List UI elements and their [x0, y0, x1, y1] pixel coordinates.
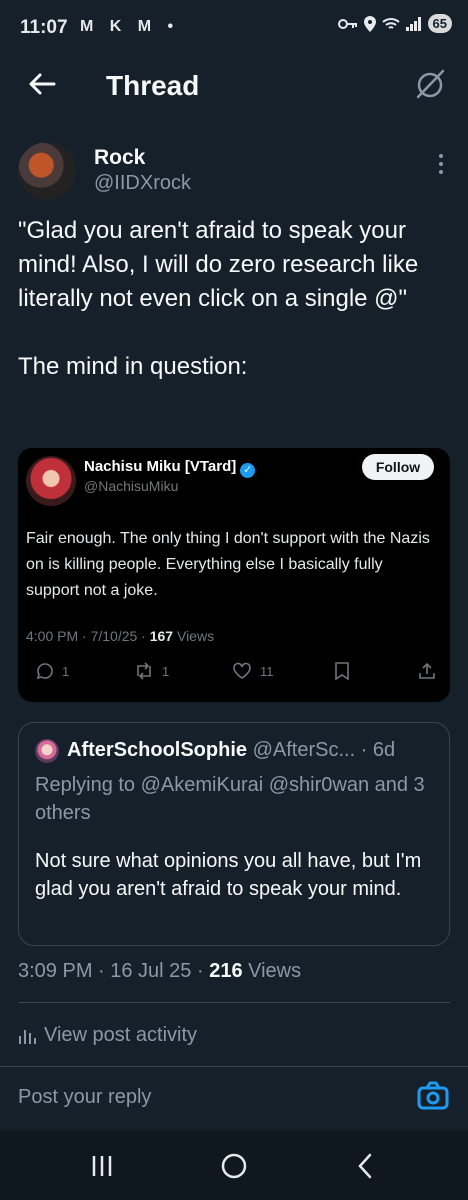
image-follow-button: Follow [362, 454, 434, 480]
back-arrow-icon[interactable] [24, 66, 60, 102]
thread-header: Thread [0, 60, 468, 116]
image-actions: 1 1 11 [26, 662, 440, 686]
repost-icon [137, 662, 151, 680]
post-meta: 3:09 PM · 16 Jul 25 · 216 Views [18, 960, 301, 983]
quoted-header: AfterSchoolSophie @AfterSc... · 6d [67, 739, 395, 762]
quoted-replying-to: Replying to @AkemiKurai @shir0wan and 3 … [35, 774, 425, 824]
status-bar: 11:07 M K M • 65 [0, 0, 468, 56]
image-author-name: Nachisu Miku [VTard] ✓ [84, 458, 256, 478]
post-views-count: 216 [209, 960, 243, 982]
key-icon [337, 18, 357, 29]
post-time: 3:09 PM · 16 Jul 25 · [18, 960, 210, 982]
quoted-text: Not sure what opinions you all have, but… [35, 850, 422, 900]
wifi-icon [381, 17, 400, 29]
view-post-activity[interactable]: View post activity [18, 1024, 197, 1047]
quoted-author-name: AfterSchoolSophie [67, 739, 248, 761]
status-time: 11:07 [20, 17, 68, 38]
divider [18, 1002, 450, 1003]
quoted-post[interactable]: AfterSchoolSophie @AfterSc... · 6d Reply… [18, 722, 450, 946]
battery-level: 65 [427, 14, 452, 33]
image-repost-count: 1 [162, 663, 170, 679]
system-navigation-bar [0, 1130, 468, 1200]
image-like: 11 [232, 662, 274, 680]
image-reply: 1 [36, 662, 69, 680]
more-options-icon[interactable] [436, 154, 446, 178]
image-author-handle: @NachisuMiku [84, 478, 179, 494]
image-post-meta: 4:00 PM · 7/10/25 · 167 Views [26, 628, 214, 644]
system-icons: 65 [337, 14, 452, 33]
share-icon [419, 662, 435, 679]
image-meta-views-label: Views [173, 628, 215, 644]
post-image[interactable]: Nachisu Miku [VTard] ✓ @NachisuMiku Follo… [18, 448, 450, 702]
bookmark-icon [335, 662, 349, 680]
view-post-activity-label: View post activity [44, 1024, 198, 1046]
post-views-label: Views [242, 960, 302, 982]
image-like-count: 11 [260, 663, 274, 679]
reply-icon [36, 663, 53, 680]
heart-icon [233, 662, 251, 679]
verified-badge-icon: ✓ [240, 463, 256, 478]
location-icon [363, 15, 376, 32]
image-reply-count: 1 [62, 663, 70, 679]
post-author: Rock @IIDXrock [18, 140, 450, 206]
quoted-avatar [35, 739, 59, 763]
camera-icon[interactable] [416, 1079, 450, 1113]
activity-chart-icon [19, 1029, 36, 1044]
quoted-handle-time: @AfterSc... · 6d [247, 739, 396, 761]
back-icon[interactable] [342, 1146, 390, 1186]
page-title: Thread [106, 70, 200, 101]
reply-input[interactable] [18, 1081, 378, 1113]
image-author-name-text: Nachisu Miku [VTard] [84, 458, 237, 475]
avatar[interactable] [18, 142, 76, 200]
author-name[interactable]: Rock [94, 146, 145, 170]
notification-icons: M K M • [80, 18, 180, 35]
recent-apps-icon[interactable] [78, 1146, 126, 1186]
author-handle[interactable]: @IIDXrock [94, 172, 191, 195]
post-text: "Glad you aren't afraid to speak your mi… [18, 217, 419, 380]
signal-icon [405, 16, 421, 31]
image-meta-time: 4:00 PM · 7/10/25 · [26, 628, 150, 644]
home-icon[interactable] [210, 1146, 258, 1186]
image-meta-views-count: 167 [149, 628, 174, 644]
reply-bar [0, 1066, 468, 1128]
grok-icon[interactable] [412, 66, 448, 102]
image-avatar [26, 456, 76, 506]
image-repost: 1 [134, 662, 169, 680]
image-post-text: Fair enough. The only thing I don't supp… [26, 530, 430, 599]
